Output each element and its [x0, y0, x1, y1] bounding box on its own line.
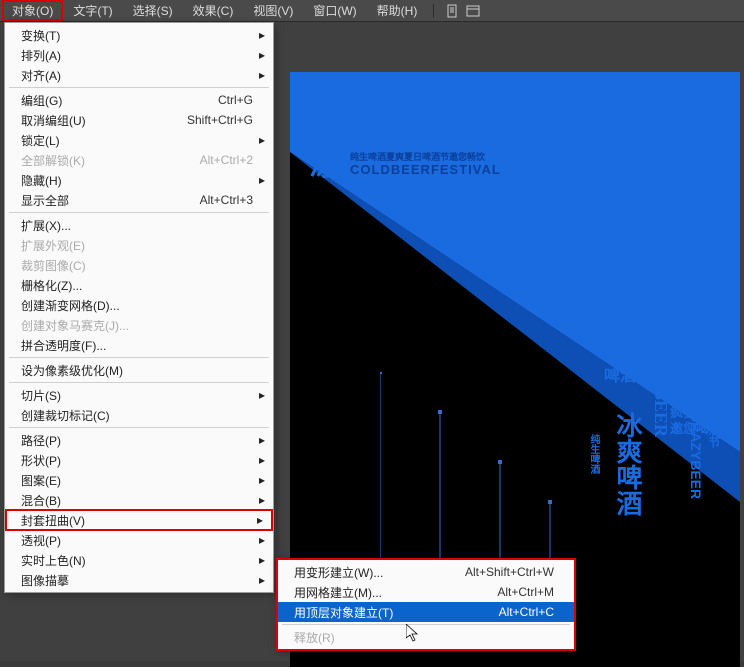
menu-perspective[interactable]: 透视(P)▸ — [5, 530, 273, 550]
menu-group[interactable]: 编组(G)Ctrl+G — [5, 90, 273, 110]
menubar-object[interactable]: 对象(O) — [2, 0, 63, 21]
menubar-separator — [433, 4, 434, 18]
menu-image-trace[interactable]: 图像描摹▸ — [5, 570, 273, 590]
menu-show-all[interactable]: 显示全部Alt+Ctrl+3 — [5, 190, 273, 210]
menu-live-paint[interactable]: 实时上色(N)▸ — [5, 550, 273, 570]
menubar-select[interactable]: 选择(S) — [123, 0, 183, 21]
menu-arrange[interactable]: 排列(A)▸ — [5, 45, 273, 65]
menu-crop-image: 裁剪图像(C) — [5, 255, 273, 275]
menu-blend[interactable]: 混合(B)▸ — [5, 490, 273, 510]
menu-align[interactable]: 对齐(A)▸ — [5, 65, 273, 85]
menu-path[interactable]: 路径(P)▸ — [5, 430, 273, 450]
menu-object-mosaic: 创建对象马赛克(J)... — [5, 315, 273, 335]
menu-expand[interactable]: 扩展(X)... — [5, 215, 273, 235]
art-cool: 凉 — [310, 144, 338, 184]
art-ice-v: 冰爽啤酒 — [570, 132, 614, 252]
menu-shape[interactable]: 形状(P)▸ — [5, 450, 273, 470]
cursor-icon — [406, 624, 422, 647]
submenu-release: 释放(R) — [278, 627, 574, 647]
menubar-text[interactable]: 文字(T) — [63, 0, 122, 21]
submenu-make-with-warp[interactable]: 用变形建立(W)...Alt+Shift+Ctrl+W — [278, 562, 574, 582]
menu-rasterize[interactable]: 栅格化(Z)... — [5, 275, 273, 295]
art-crazybeer: CRAZYBEER — [630, 172, 646, 259]
menu-slice[interactable]: 切片(S)▸ — [5, 385, 273, 405]
toolbar-panel-icon[interactable] — [466, 4, 480, 18]
menu-pixel-perfect[interactable]: 设为像素级优化(M) — [5, 360, 273, 380]
submenu-make-with-top[interactable]: 用顶层对象建立(T)Alt+Ctrl+C — [278, 602, 574, 622]
menu-hide[interactable]: 隐藏(H)▸ — [5, 170, 273, 190]
art-sdesign: SDESIGN — [506, 126, 560, 140]
menu-envelope-distort[interactable]: 封套扭曲(V)▸ — [5, 509, 273, 531]
art-subtitle: 纯色啤酒夏日狂欢 — [446, 80, 606, 109]
art-fest: COLDBEERFESTIVAL — [350, 162, 501, 177]
menubar-effect[interactable]: 效果(C) — [183, 0, 244, 21]
menu-transform[interactable]: 变换(T)▸ — [5, 25, 273, 45]
art-title: 啤酒狂欢节 — [308, 80, 408, 109]
menu-flatten-transparency[interactable]: 拼合透明度(F)... — [5, 335, 273, 355]
art-artman: ARTMAN — [506, 112, 558, 126]
art-beer: BEER — [372, 110, 480, 152]
toolbar-doc-icon[interactable] — [446, 4, 460, 18]
envelope-distort-submenu: 用变形建立(W)...Alt+Shift+Ctrl+W 用网格建立(M)...A… — [276, 558, 576, 651]
submenu-make-with-mesh[interactable]: 用网格建立(M)...Alt+Ctrl+M — [278, 582, 574, 602]
submenu-arrow-icon: ▸ — [259, 28, 265, 42]
menu-unlock-all: 全部解锁(K)Alt+Ctrl+2 — [5, 150, 273, 170]
menu-lock[interactable]: 锁定(L)▸ — [5, 130, 273, 150]
menu-ungroup[interactable]: 取消编组(U)Shift+Ctrl+G — [5, 110, 273, 130]
art-beer-v: BEER — [650, 388, 671, 437]
art-festival: 啤酒节 — [706, 412, 723, 448]
menubar-window[interactable]: 窗口(W) — [303, 0, 366, 21]
menu-gradient-mesh[interactable]: 创建渐变网格(D)... — [5, 295, 273, 315]
menubar-help[interactable]: 帮助(H) — [367, 0, 428, 21]
menu-pattern[interactable]: 图案(E)▸ — [5, 470, 273, 490]
object-menu: 变换(T)▸ 排列(A)▸ 对齐(A)▸ 编组(G)Ctrl+G 取消编组(U)… — [4, 22, 274, 593]
art-crazybeer2: CRAZYBEER — [688, 412, 704, 499]
menubar-view[interactable]: 视图(V) — [243, 0, 303, 21]
menu-separator — [9, 87, 269, 88]
menu-expand-appearance: 扩展外观(E) — [5, 235, 273, 255]
menu-trim-marks[interactable]: 创建裁切标记(C) — [5, 405, 273, 425]
